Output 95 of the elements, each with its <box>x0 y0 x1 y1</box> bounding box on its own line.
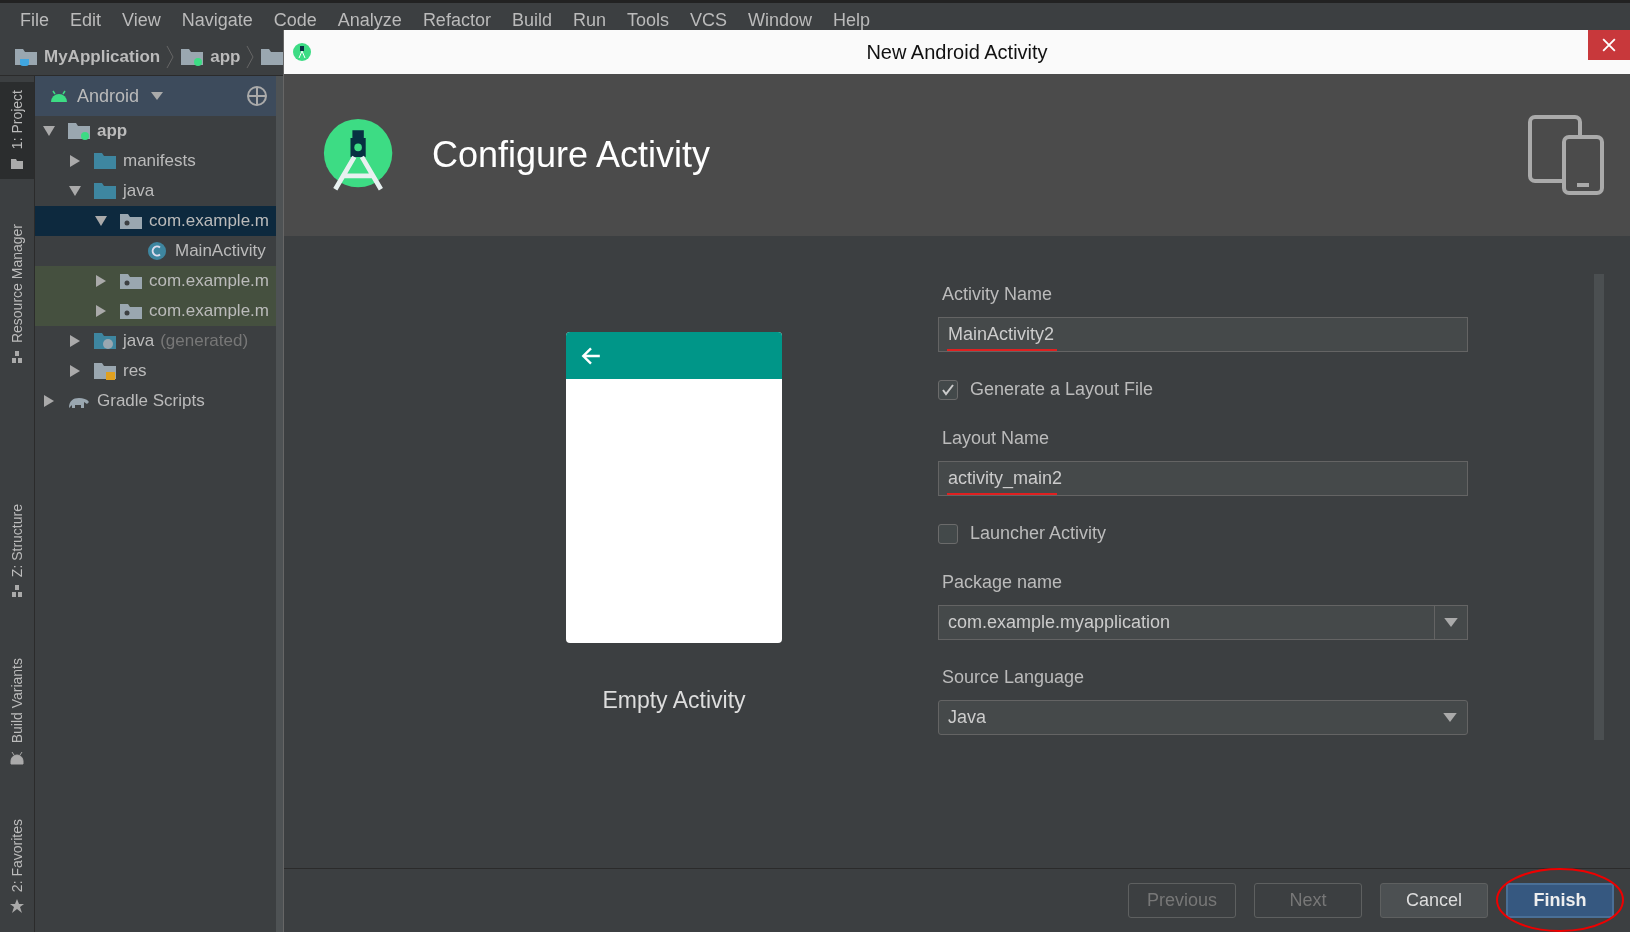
tree-label: com.example.m <box>149 301 269 321</box>
project-folder-icon <box>14 46 38 67</box>
close-button[interactable] <box>1588 30 1630 60</box>
field-label: Layout Name <box>941 428 1051 449</box>
expand-arrow-icon[interactable] <box>43 395 55 407</box>
dropdown[interactable]: Java <box>938 700 1468 735</box>
caret-icon[interactable] <box>151 92 164 100</box>
chevron-icon <box>246 44 255 69</box>
tree-note: (generated) <box>160 331 249 351</box>
menu-item[interactable]: Build <box>499 10 561 31</box>
close-icon[interactable] <box>1602 38 1616 52</box>
shapes-icon <box>9 349 25 366</box>
package-icon <box>119 301 143 321</box>
checkbox[interactable] <box>938 523 958 544</box>
template-name: Empty Activity <box>602 687 746 714</box>
menu-item[interactable]: Window <box>736 10 822 31</box>
expand-arrow-icon[interactable] <box>95 215 107 227</box>
menu-item[interactable]: View <box>110 10 170 31</box>
devices-icon <box>1528 115 1604 195</box>
tree-row[interactable]: app <box>35 116 276 146</box>
checkbox-label: Generate a Layout File <box>970 379 1154 400</box>
tree-label: Gradle Scripts <box>97 391 205 411</box>
folder-icon <box>93 151 117 171</box>
menu-item[interactable]: File <box>8 10 58 31</box>
menu-item[interactable]: Run <box>560 10 615 31</box>
menu-item[interactable]: Code <box>261 10 326 31</box>
tree-label: com.example.m <box>149 271 269 291</box>
breadcrumb-item[interactable]: app <box>210 46 241 67</box>
tree-row[interactable]: com.example.m <box>35 266 276 296</box>
tool-window-tab[interactable]: Build Variants <box>0 650 34 774</box>
tree-row[interactable]: java <box>35 176 276 206</box>
expand-arrow-icon[interactable] <box>69 155 81 167</box>
menu-item[interactable]: Analyze <box>325 10 411 31</box>
caret-icon[interactable] <box>1444 618 1458 627</box>
folder-icon <box>67 121 91 141</box>
menu-item[interactable]: Tools <box>614 10 678 31</box>
menu-item[interactable]: Navigate <box>169 10 262 31</box>
package-icon <box>119 271 143 291</box>
text-field[interactable]: activity_main2 <box>938 461 1468 496</box>
checkbox[interactable] <box>938 379 958 400</box>
tree-label: res <box>123 361 147 381</box>
folder-icon <box>93 181 117 201</box>
tool-window-tab[interactable]: 1: Project <box>0 82 34 180</box>
shapes-icon <box>9 583 25 600</box>
menu-item[interactable]: VCS <box>678 10 736 31</box>
tree-row[interactable]: Gradle Scripts <box>35 386 276 416</box>
field-label: Package name <box>941 572 1064 593</box>
folder-icon <box>93 361 117 381</box>
class-icon <box>145 241 169 261</box>
package-icon <box>119 211 143 231</box>
expand-arrow-icon[interactable] <box>69 335 81 347</box>
android-icon <box>9 749 25 766</box>
folder-icon <box>260 46 285 67</box>
expand-arrow-icon[interactable] <box>43 125 55 137</box>
caret-icon[interactable] <box>1443 713 1457 722</box>
expand-arrow-icon[interactable] <box>69 365 81 377</box>
tree-label: app <box>97 121 128 141</box>
breadcrumb-item[interactable]: MyApplication <box>44 46 161 67</box>
tool-window-tab[interactable]: Z: Structure <box>0 496 34 608</box>
expand-arrow-icon[interactable] <box>69 185 81 197</box>
module-folder-icon <box>180 46 205 67</box>
expand-arrow-icon[interactable] <box>95 275 107 287</box>
tree-label: manifests <box>123 151 196 171</box>
field-label: Activity Name <box>941 284 1054 305</box>
wizard-button[interactable]: Finish <box>1506 883 1614 918</box>
locate-icon[interactable] <box>246 85 268 107</box>
tree-row[interactable]: MainActivity <box>35 236 276 266</box>
folder-icon <box>93 331 117 351</box>
tree-label: java <box>123 181 155 201</box>
wizard-button[interactable]: Cancel <box>1380 883 1488 918</box>
app-logo-icon <box>292 42 312 62</box>
chevron-icon <box>166 44 175 69</box>
tree-row[interactable]: res <box>35 356 276 386</box>
android-icon <box>49 90 69 102</box>
view-selector[interactable]: Android <box>77 85 140 107</box>
field-label: Source Language <box>941 667 1086 688</box>
page-heading: Configure Activity <box>432 134 711 176</box>
tool-window-tab[interactable]: 2: Favorites <box>0 811 34 923</box>
menu-item[interactable]: Refactor <box>410 10 500 31</box>
dialog-title: New Android Activity <box>866 40 1048 64</box>
tree-label: java <box>123 331 155 351</box>
tree-row[interactable]: com.example.m <box>35 206 276 236</box>
tool-window-tab[interactable]: Resource Manager <box>0 216 34 374</box>
checkbox-label: Launcher Activity <box>970 523 1107 544</box>
star-icon <box>9 898 25 915</box>
tree-row[interactable]: manifests <box>35 146 276 176</box>
tree-label: MainActivity <box>175 241 266 261</box>
text-field[interactable]: MainActivity2 <box>938 317 1468 352</box>
menu-item[interactable]: Edit <box>58 10 111 31</box>
tree-label: com.example.m <box>149 211 269 231</box>
tree-row[interactable]: java (generated) <box>35 326 276 356</box>
tree-row[interactable]: com.example.m <box>35 296 276 326</box>
expand-arrow-icon[interactable] <box>95 305 107 317</box>
menu-item[interactable]: Help <box>821 10 880 31</box>
combo-box[interactable]: com.example.myapplication <box>938 605 1468 640</box>
